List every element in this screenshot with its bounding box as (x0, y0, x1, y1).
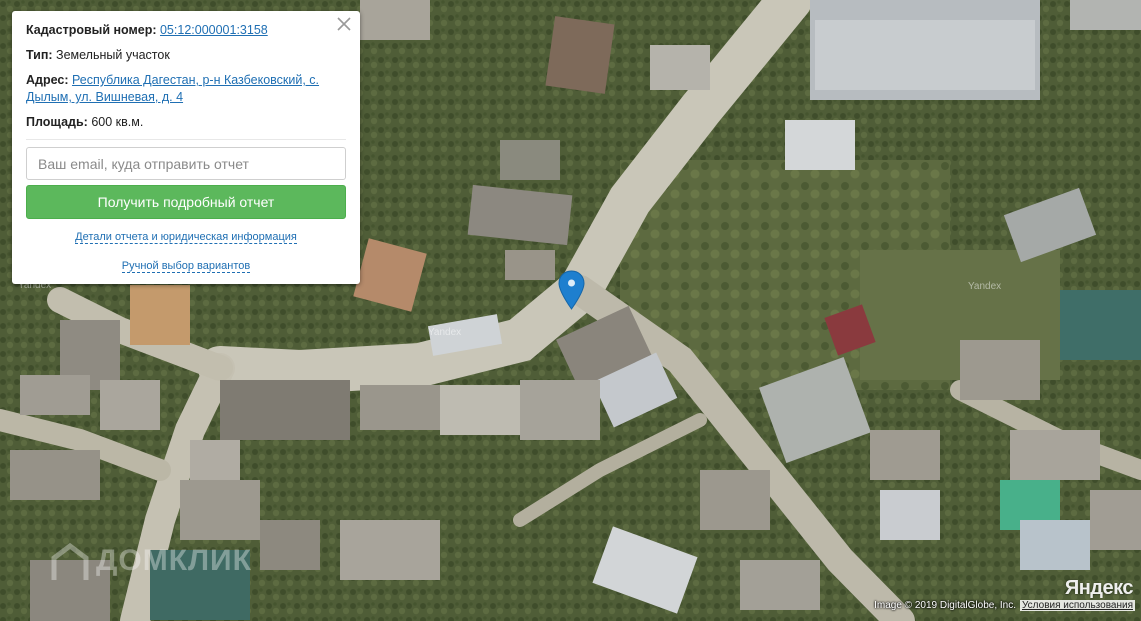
brand-watermark: ДОМКЛИК (48, 540, 252, 584)
report-details-link[interactable]: Детали отчета и юридическая информация (12, 231, 360, 244)
map-pin-icon[interactable] (558, 270, 585, 310)
close-icon[interactable] (336, 16, 352, 32)
divider (26, 139, 346, 140)
type-value: Земельный участок (56, 48, 170, 62)
cadastral-number-row: Кадастровый номер: 05:12:000001:3158 (26, 22, 320, 39)
area-value: 600 кв.м. (91, 115, 144, 129)
cadastral-info-popup: Кадастровый номер: 05:12:000001:3158 Тип… (12, 11, 360, 284)
area-row: Площадь: 600 кв.м. (26, 114, 320, 131)
house-icon (51, 542, 89, 580)
map-copyright: Image © 2019 DigitalGlobe, Inc. Условия и… (868, 599, 1141, 613)
type-row: Тип: Земельный участок (26, 47, 320, 64)
address-link[interactable]: Республика Дагестан, р-н Казбековский, с… (72, 73, 319, 87)
copyright-text: Image © 2019 DigitalGlobe, Inc. (874, 600, 1016, 611)
terms-link[interactable]: Условия использования (1020, 600, 1135, 611)
tile-watermark: Yandex (968, 281, 1001, 292)
address-row: Адрес: Республика Дагестан, р-н Казбеков… (26, 72, 320, 106)
manual-selection-link-text[interactable]: Ручной выбор вариантов (121, 260, 251, 273)
type-label: Тип: (26, 48, 53, 62)
tile-watermark: Yandex (428, 327, 461, 338)
cadastral-number-label: Кадастровый номер: (26, 23, 157, 37)
brand-watermark-text: ДОМКЛИК (96, 543, 252, 577)
yandex-logo[interactable]: Яндекс (1065, 577, 1134, 600)
get-report-button[interactable]: Получить подробный отчет (26, 185, 346, 219)
address-label: Адрес: (26, 73, 69, 87)
area-label: Площадь: (26, 115, 88, 129)
manual-selection-link[interactable]: Ручной выбор вариантов (12, 260, 360, 273)
cadastral-number-link[interactable]: 05:12:000001:3158 (160, 23, 268, 37)
address-link-line2[interactable]: Дылым, ул. Вишневая, д. 4 (26, 90, 183, 104)
email-input[interactable] (26, 147, 346, 180)
report-details-link-text[interactable]: Детали отчета и юридическая информация (75, 231, 297, 244)
